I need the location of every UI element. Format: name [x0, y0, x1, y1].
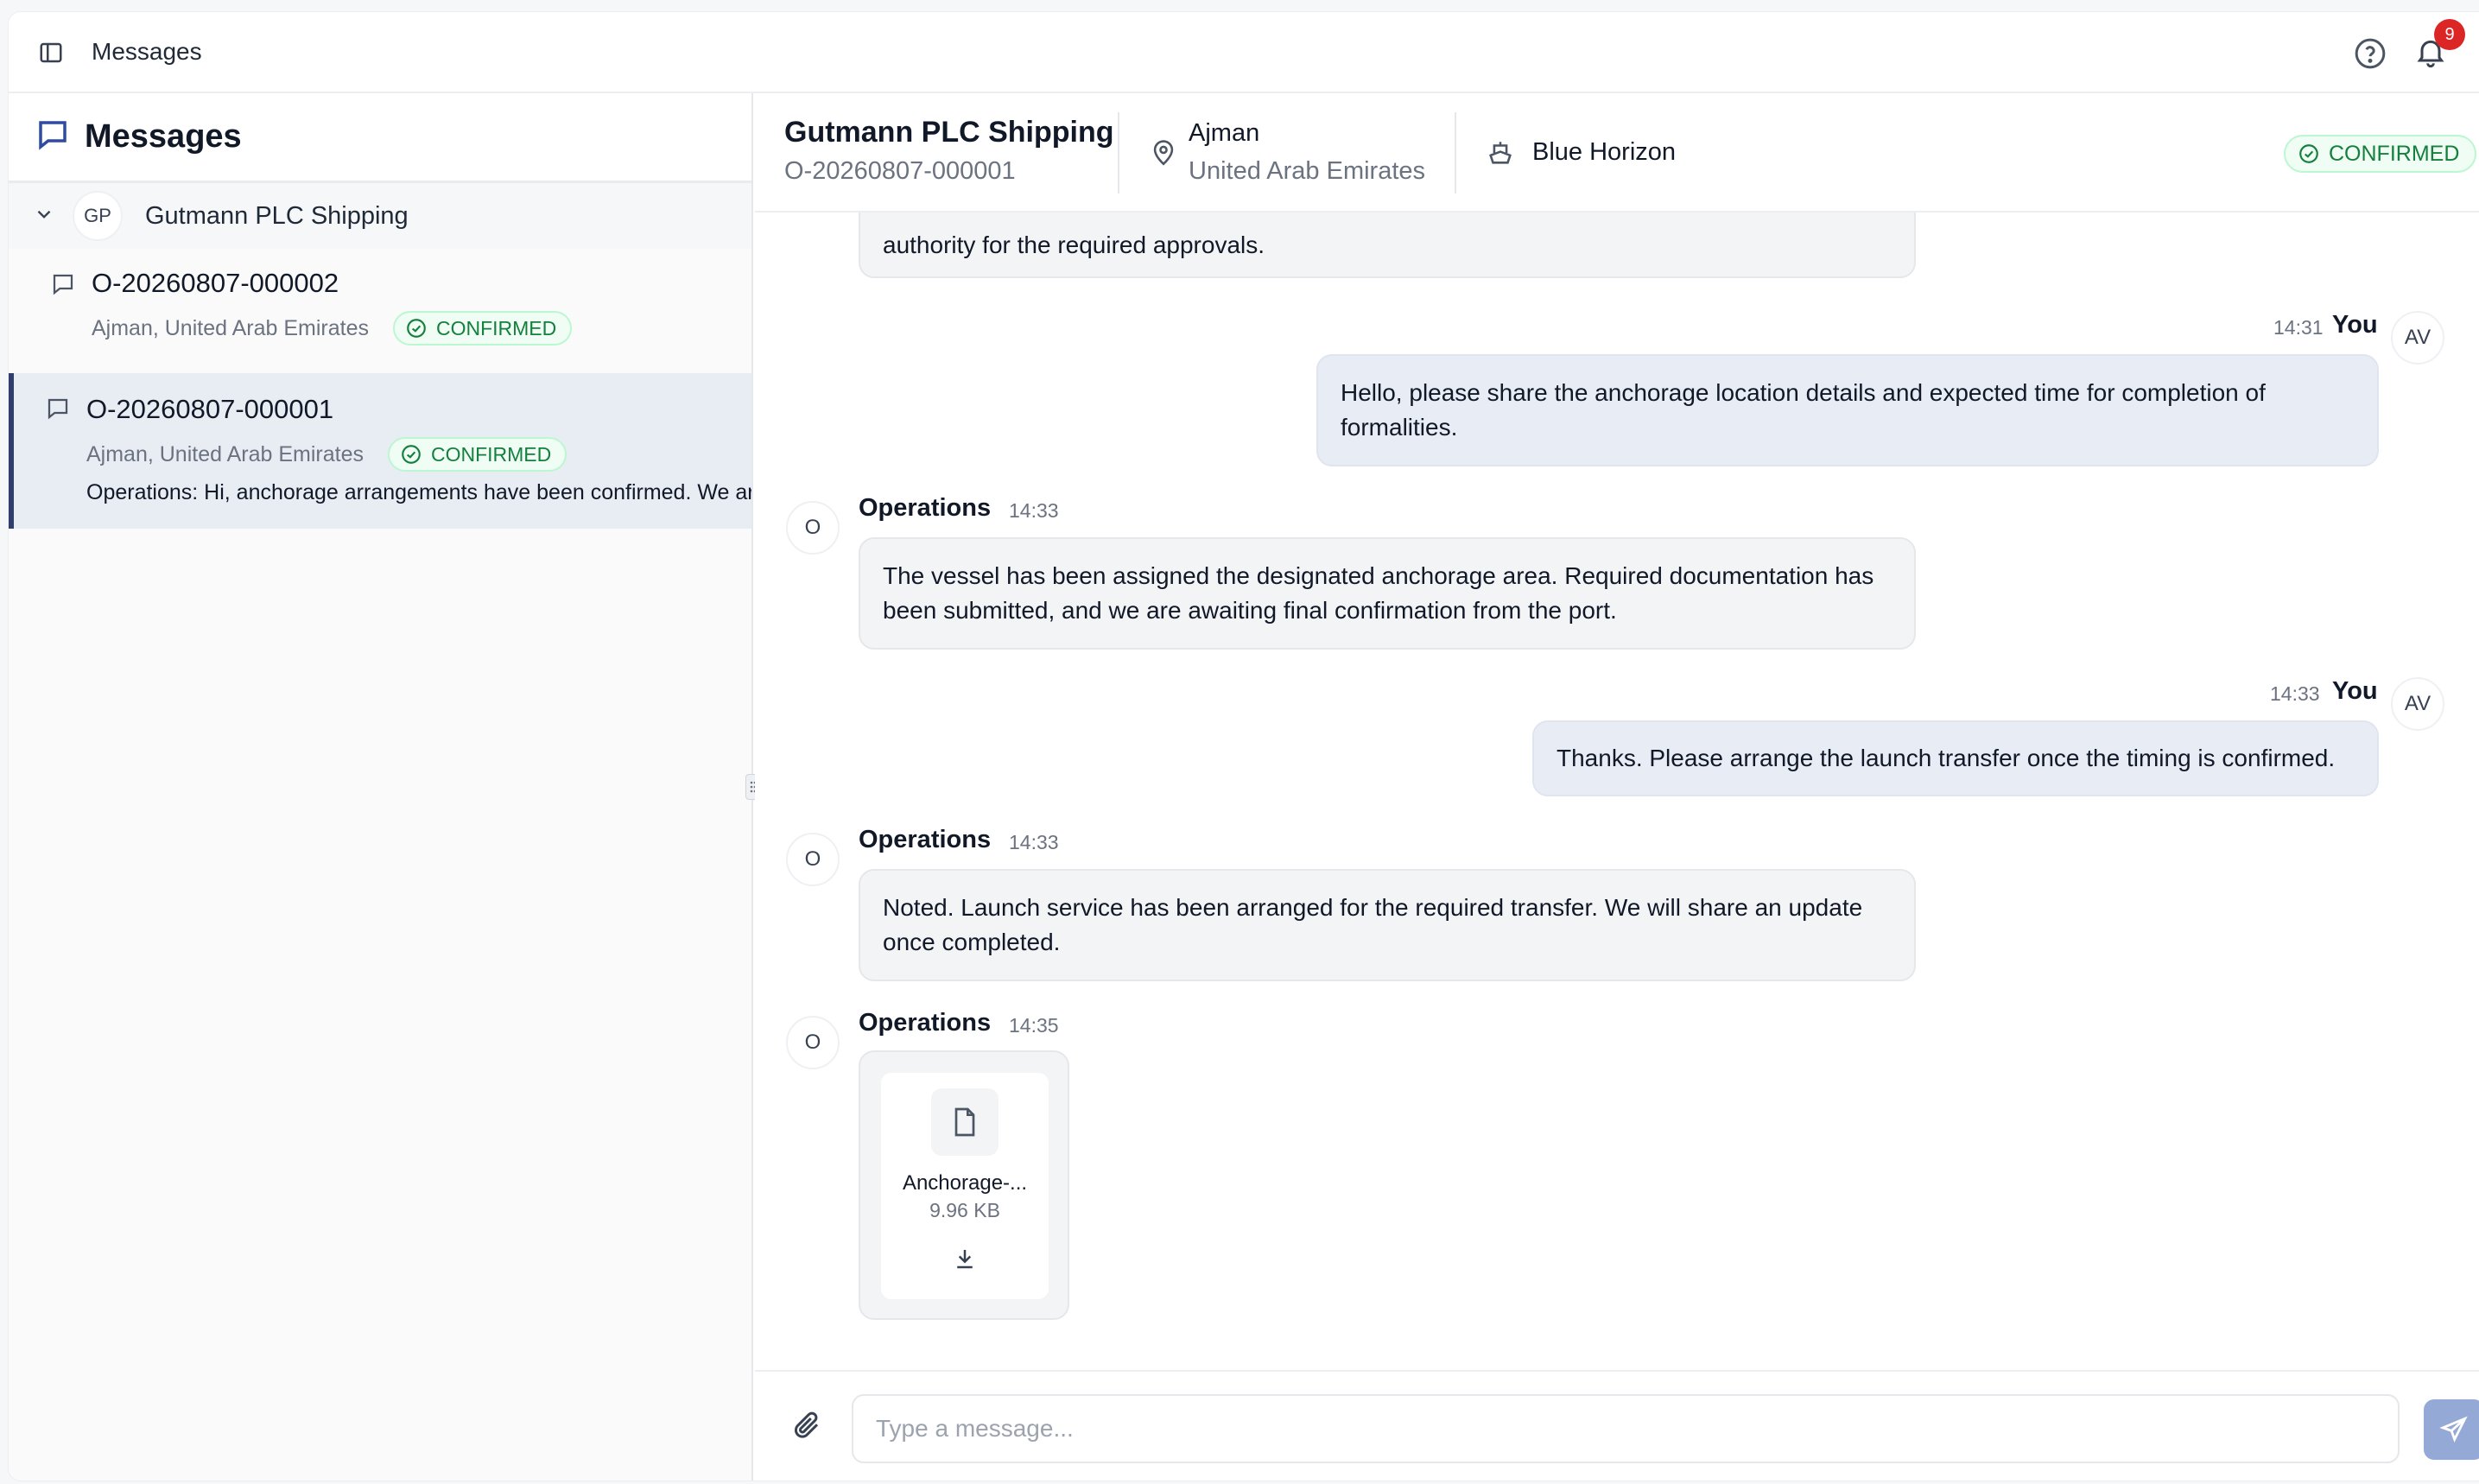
message-text: been submitted, and we are awaiting fina… [883, 597, 1617, 624]
message-text: once completed. [883, 929, 1061, 955]
conversation-sidebar: Messages GP Gutmann PLC Shipping O-20260… [9, 93, 753, 1481]
status-badge-label: CONFIRMED [430, 442, 552, 466]
message-time: 14:31 [2273, 316, 2324, 339]
conversation-preview: Operations: Hi, anchorage arrangements h… [86, 480, 751, 504]
top-bar-title: Messages [92, 38, 202, 65]
message-composer [755, 1370, 2479, 1481]
message-text: Hello, please share the anchorage locati… [1341, 379, 2266, 406]
message-text: Noted. Launch service has been arranged … [883, 894, 1863, 921]
message-time: 14:33 [1009, 831, 1059, 853]
message-sender: Operations [859, 826, 992, 853]
paperclip-icon[interactable] [791, 1410, 822, 1445]
map-pin-icon [1149, 138, 1178, 172]
chat-vessel: Blue Horizon [1532, 138, 1677, 166]
status-badge-label: CONFIRMED [435, 316, 557, 339]
chat-country: United Arab Emirates [1189, 157, 1426, 185]
download-icon[interactable] [948, 1242, 981, 1275]
avatar: AV [2391, 677, 2444, 731]
message-sender: You [2332, 677, 2378, 705]
message-bubble: Noted. Launch service has been arranged … [859, 869, 1916, 981]
check-circle-icon [402, 445, 421, 464]
conversation-id: O-20260807-000001 [86, 394, 334, 424]
message-bubble: Thanks. Please arrange the launch transf… [1532, 720, 2379, 796]
message-text: Thanks. Please arrange the launch transf… [1557, 745, 2336, 771]
message-sender: Operations [859, 494, 992, 522]
message-sender: You [2332, 311, 2378, 339]
avatar: O [786, 501, 840, 555]
status-badge: CONFIRMED [2284, 135, 2477, 173]
chat-header: Gutmann PLC Shipping O-20260807-000001 A… [755, 93, 2479, 212]
avatar: O [786, 833, 840, 886]
header-divider [1455, 112, 1456, 193]
check-circle-icon [2299, 144, 2318, 163]
conversation-id: O-20260807-000002 [92, 268, 339, 298]
chat-bubble-icon [35, 117, 71, 157]
message-sender: Operations [859, 1009, 992, 1037]
chat-city: Ajman [1189, 119, 1260, 147]
attachment-size: 9.96 KB [929, 1199, 1000, 1221]
message-bubble: The vessel has been assigned the designa… [859, 537, 1916, 650]
attachment-inner[interactable]: Anchorage-... 9.96 KB [881, 1073, 1049, 1299]
message-input[interactable] [852, 1394, 2400, 1463]
message-text: The vessel has been assigned the designa… [883, 562, 1874, 589]
help-icon[interactable] [2351, 35, 2389, 73]
status-badge: CONFIRMED [387, 437, 567, 472]
attachment-card: Anchorage-... 9.96 KB [859, 1050, 1069, 1320]
group-name: Gutmann PLC Shipping [145, 201, 409, 230]
sidebar-title: Messages [85, 118, 242, 155]
chat-bubble-icon [45, 396, 71, 426]
message-list: authority for the required approvals. 14… [755, 212, 2479, 1361]
avatar: O [786, 1016, 840, 1069]
message-time: 14:35 [1009, 1014, 1059, 1037]
header-divider [1118, 112, 1119, 193]
message-time: 14:33 [1009, 499, 1059, 522]
status-badge: CONFIRMED [392, 311, 573, 346]
chat-panel: Gutmann PLC Shipping O-20260807-000001 A… [755, 93, 2479, 1481]
notification-badge: 9 [2434, 19, 2465, 50]
ship-icon [1486, 138, 1515, 172]
send-icon [2439, 1416, 2468, 1443]
chevron-down-icon[interactable] [33, 203, 55, 230]
check-circle-icon [407, 319, 426, 338]
conversation-item-active[interactable]: O-20260807-000001 Ajman, United Arab Emi… [9, 373, 751, 529]
status-badge-label: CONFIRMED [2329, 141, 2460, 166]
message-text: formalities. [1341, 414, 1458, 441]
chat-bubble-icon [50, 271, 76, 301]
app-window: Messages 9 Messages GP Gutmann PLC Shipp… [9, 12, 2479, 1481]
chat-order-id: O-20260807-000001 [784, 157, 1016, 185]
file-icon [931, 1088, 999, 1156]
sidebar-header: Messages [9, 93, 751, 183]
conversation-location: Ajman, United Arab Emirates [86, 441, 364, 466]
message-time: 14:33 [2270, 682, 2320, 705]
group-avatar: GP [73, 191, 123, 241]
message-bubble: Hello, please share the anchorage locati… [1316, 354, 2379, 466]
message-bubble: authority for the required approvals. [859, 212, 1916, 278]
avatar: AV [2391, 311, 2444, 365]
conversation-location: Ajman, United Arab Emirates [92, 315, 369, 340]
message-text: authority for the required approvals. [883, 231, 1265, 258]
group-row[interactable]: GP Gutmann PLC Shipping [9, 183, 751, 249]
attachment-name: Anchorage-... [902, 1171, 1028, 1195]
top-bar: Messages 9 [9, 12, 2479, 93]
send-button[interactable] [2424, 1399, 2479, 1460]
sidebar-toggle-icon[interactable] [36, 38, 66, 67]
chat-company-name: Gutmann PLC Shipping [784, 116, 1114, 149]
conversation-item[interactable]: O-20260807-000002 Ajman, United Arab Emi… [9, 249, 751, 373]
